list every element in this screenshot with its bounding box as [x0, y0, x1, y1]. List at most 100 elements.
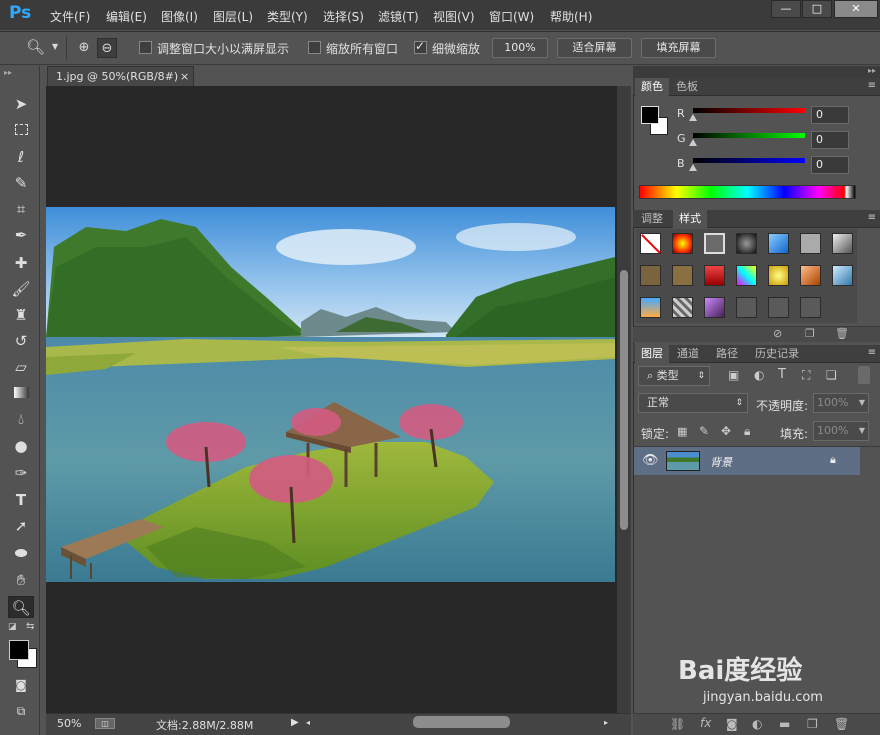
canvas-area[interactable] — [46, 86, 630, 713]
filter-adjust-icon[interactable]: ◐ — [754, 368, 764, 382]
tab-adjustments[interactable]: 调整 — [635, 210, 669, 228]
clone-stamp-tool-icon[interactable]: ♜ — [8, 304, 34, 326]
status-preview-icon[interactable]: ◫ — [95, 718, 115, 729]
style-none-swatch[interactable] — [640, 233, 661, 254]
filter-smart-icon[interactable]: ❏ — [826, 368, 837, 382]
tab-channels[interactable]: 通道 — [671, 345, 705, 363]
eraser-tool-icon[interactable]: ▱ — [8, 356, 34, 378]
filter-shape-icon[interactable]: ⛶ — [802, 368, 810, 383]
pen-tool-icon[interactable]: ✑ — [8, 462, 34, 484]
hand-tool-icon[interactable]: ✋︎ — [8, 569, 34, 591]
tab-swatches[interactable]: 色板 — [670, 78, 704, 96]
collapse-icon[interactable]: ▸▸ — [4, 68, 36, 77]
clear-style-icon[interactable]: ⊘ — [773, 327, 782, 340]
scroll-left-icon[interactable]: ◂ — [306, 718, 310, 727]
tab-styles[interactable]: 样式 — [673, 210, 707, 228]
menu-type[interactable]: 类型(Y) — [267, 8, 308, 25]
zoom-level[interactable]: 50% — [57, 717, 81, 730]
style-swatch[interactable] — [768, 265, 789, 286]
fx-icon[interactable]: fx — [700, 716, 711, 730]
chevron-down-icon[interactable]: ▼ — [859, 422, 865, 440]
style-swatch[interactable] — [672, 265, 693, 286]
zoom-tool-icon[interactable]: 🔍︎ — [8, 596, 34, 618]
collapse-panels-icon[interactable]: ▸▸ — [633, 66, 880, 78]
horizontal-scroll-thumb[interactable] — [413, 716, 510, 728]
blend-mode-select[interactable]: 正常 ⇕ — [638, 393, 748, 413]
delete-layer-icon[interactable]: 🗑︎ — [834, 717, 849, 731]
style-swatch[interactable] — [768, 233, 789, 254]
menu-view[interactable]: 视图(V) — [433, 8, 475, 25]
menu-file[interactable]: 文件(F) — [50, 8, 90, 25]
g-value[interactable]: 0 — [811, 131, 849, 149]
swap-colors-icon[interactable]: ⇆ — [26, 621, 34, 632]
quick-select-tool-icon[interactable]: ✎ — [8, 172, 34, 194]
delete-style-icon[interactable]: 🗑︎ — [835, 327, 849, 340]
add-mask-icon[interactable]: ◙ — [726, 717, 738, 731]
path-select-tool-icon[interactable]: ➚ — [8, 515, 34, 537]
style-swatch[interactable] — [832, 233, 853, 254]
menu-layer[interactable]: 图层(L) — [213, 8, 253, 25]
style-swatch[interactable] — [640, 265, 661, 286]
tab-color[interactable]: 颜色 — [635, 78, 669, 96]
b-value[interactable]: 0 — [811, 156, 849, 174]
filter-type-icon[interactable]: T — [778, 367, 786, 382]
panel-menu-icon[interactable]: ≡ — [868, 212, 876, 223]
fit-screen-button[interactable]: 适合屏幕 — [557, 38, 632, 58]
visibility-eye-icon[interactable]: 👁︎ — [642, 453, 659, 468]
maximize-button[interactable]: □ — [802, 0, 832, 18]
style-swatch[interactable] — [832, 265, 853, 286]
style-swatch[interactable] — [736, 233, 757, 254]
layer-row[interactable]: 👁︎ 背景 🔒︎ — [634, 447, 860, 475]
lock-pixels-icon[interactable]: ✎ — [699, 424, 709, 438]
zoom-in-icon[interactable]: ⊕ — [74, 38, 94, 58]
tab-history[interactable]: 历史记录 — [749, 345, 805, 363]
screen-mode-icon[interactable]: ⧉ — [8, 700, 34, 722]
style-swatch[interactable] — [704, 265, 725, 286]
tab-layers[interactable]: 图层 — [635, 345, 669, 363]
filter-toggle[interactable] — [858, 366, 870, 384]
lock-transparent-icon[interactable]: ▦ — [677, 425, 687, 438]
scroll-right-icon[interactable]: ▸ — [604, 718, 608, 727]
style-swatch[interactable] — [704, 297, 725, 318]
resize-windows-checkbox[interactable] — [139, 41, 152, 54]
menu-select[interactable]: 选择(S) — [323, 8, 364, 25]
marquee-tool-icon[interactable] — [8, 119, 34, 141]
style-swatch[interactable] — [800, 233, 821, 254]
history-brush-tool-icon[interactable]: ↺ — [8, 330, 34, 352]
style-swatch[interactable] — [736, 265, 757, 286]
new-style-icon[interactable]: ❐ — [805, 327, 815, 340]
lasso-tool-icon[interactable]: ℓ — [8, 146, 34, 168]
r-slider[interactable] — [693, 108, 805, 113]
zoom-tool-icon[interactable]: 🔍︎ — [26, 38, 45, 56]
close-button[interactable]: ✕ — [834, 0, 878, 18]
panel-menu-icon[interactable]: ≡ — [868, 347, 876, 358]
ellipse-tool-icon[interactable]: ⬬ — [8, 542, 34, 564]
style-swatch[interactable] — [672, 297, 693, 318]
opacity-field[interactable]: 100% ▼ — [813, 393, 869, 413]
healing-brush-tool-icon[interactable]: ✚ — [8, 252, 34, 274]
default-colors-icon[interactable]: ◪ — [8, 622, 17, 632]
r-slider-thumb[interactable] — [689, 114, 697, 121]
style-swatch-selected[interactable] — [704, 233, 725, 254]
style-swatch[interactable] — [672, 233, 693, 254]
gradient-tool-icon[interactable] — [8, 382, 34, 404]
fill-field[interactable]: 100% ▼ — [813, 421, 869, 441]
style-swatch[interactable] — [640, 297, 661, 318]
new-layer-icon[interactable]: ❐ — [807, 717, 818, 731]
color-spectrum-bar[interactable] — [639, 185, 856, 199]
new-group-icon[interactable]: ▬ — [779, 717, 790, 731]
blur-tool-icon[interactable]: 💧︎ — [8, 408, 34, 430]
foreground-color-swatch[interactable] — [9, 640, 29, 660]
zoom-out-icon[interactable]: ⊖ — [97, 38, 117, 58]
g-slider-thumb[interactable] — [689, 139, 697, 146]
filter-pixel-icon[interactable]: ▣ — [728, 368, 739, 382]
tab-paths[interactable]: 路径 — [710, 345, 744, 363]
crop-tool-icon[interactable]: ⌗ — [8, 198, 34, 220]
chevron-down-icon[interactable]: ▼ — [859, 394, 865, 412]
document-tab[interactable]: 1.jpg @ 50%(RGB/8#) × — [47, 66, 194, 86]
menu-edit[interactable]: 编辑(E) — [106, 8, 147, 25]
menu-filter[interactable]: 滤镜(T) — [378, 8, 419, 25]
eyedropper-tool-icon[interactable]: ✒ — [8, 224, 34, 246]
menu-window[interactable]: 窗口(W) — [489, 8, 534, 25]
lock-all-icon[interactable]: 🔒︎ — [744, 424, 750, 439]
